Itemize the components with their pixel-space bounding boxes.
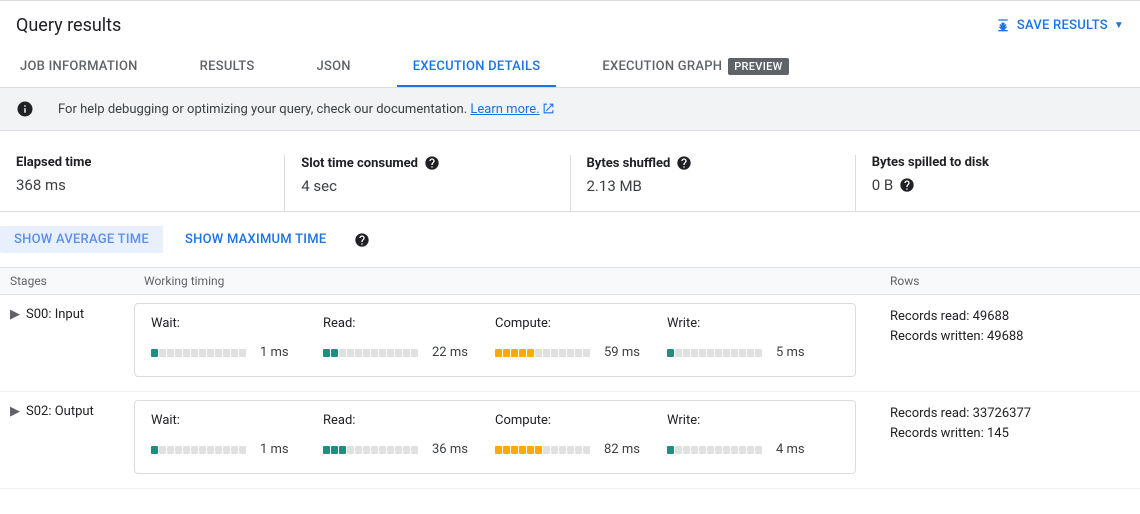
expand-arrow-icon[interactable]: ▶: [10, 404, 20, 419]
timing-compute: Compute:82 ms: [495, 413, 667, 457]
timing-meter: [151, 349, 246, 357]
timing-meter: [667, 349, 762, 357]
stage-row: ▶ S00: Input Wait:1 msRead:22 msCompute:59…: [0, 295, 1140, 392]
tab-results[interactable]: RESULTS: [184, 46, 271, 87]
stage-row: ▶ S02: Output Wait:1 msRead:36 msCompute:8…: [0, 392, 1140, 489]
learn-more-link[interactable]: Learn more.: [470, 102, 554, 117]
page-title: Query results: [16, 15, 121, 36]
records-read: Records read: 49688: [890, 307, 1130, 327]
expand-arrow-icon[interactable]: ▶: [10, 307, 20, 322]
stage-rows-cell: Records read: 33726377Records written: 1…: [880, 400, 1140, 474]
records-written: Records written: 49688: [890, 327, 1130, 347]
tab-execution-details[interactable]: EXECUTION DETAILS: [397, 46, 557, 87]
stage-name: S02: Output: [26, 404, 94, 419]
stage-name: S00: Input: [26, 307, 84, 322]
timing-meter: [495, 446, 590, 454]
show-maximum-time-button[interactable]: SHOW MAXIMUM TIME: [171, 226, 340, 253]
timing-meter: [495, 349, 590, 357]
records-written: Records written: 145: [890, 424, 1130, 444]
external-link-icon: [542, 102, 555, 115]
timing-meter: [323, 349, 418, 357]
stage-name-cell: ▶ S02: Output: [0, 400, 134, 474]
tab-job-information[interactable]: JOB INFORMATION: [4, 46, 154, 87]
stages-container: ▶S00: InputWait:1 msRead:22 msCompute:59…: [0, 295, 1140, 489]
tab-execution-graph[interactable]: EXECUTION GRAPH PREVIEW: [586, 46, 804, 87]
timing-compute: Compute:59 ms: [495, 316, 667, 360]
stats-row: Elapsed time 368 ms Slot time consumed 4…: [0, 155, 1140, 212]
info-bar: For help debugging or optimizing your qu…: [0, 88, 1140, 131]
stage-name-cell: ▶ S00: Input: [0, 303, 134, 377]
timing-box: Wait:1 msRead:36 msCompute:82 msWrite:4 …: [134, 400, 856, 474]
stage-rows-cell: Records read: 49688Records written: 4968…: [880, 303, 1140, 377]
info-icon: [16, 100, 34, 118]
stat-bytes-shuffled: Bytes shuffled 2.13 MB: [571, 155, 856, 211]
records-read: Records read: 33726377: [890, 404, 1130, 424]
stages-table-header: Stages Working timing Rows: [0, 267, 1140, 295]
help-icon[interactable]: [676, 155, 692, 171]
help-icon[interactable]: [899, 177, 915, 193]
tab-json[interactable]: JSON: [300, 46, 366, 87]
timing-wait: Wait:1 ms: [151, 413, 323, 457]
timing-write: Write:5 ms: [667, 316, 839, 360]
timing-read: Read:22 ms: [323, 316, 495, 360]
timing-meter: [667, 446, 762, 454]
info-text: For help debugging or optimizing your qu…: [58, 102, 555, 117]
timing-meter: [151, 446, 246, 454]
tabs-bar: JOB INFORMATION RESULTS JSON EXECUTION D…: [0, 46, 1140, 88]
download-icon: [995, 18, 1011, 34]
show-average-time-button[interactable]: SHOW AVERAGE TIME: [0, 226, 163, 253]
dropdown-caret-icon: ▼: [1114, 20, 1124, 31]
help-icon[interactable]: [354, 232, 370, 248]
save-results-label: SAVE RESULTS: [1017, 18, 1108, 33]
timing-box: Wait:1 msRead:22 msCompute:59 msWrite:5 …: [134, 303, 856, 377]
save-results-button[interactable]: SAVE RESULTS ▼: [995, 18, 1124, 34]
stat-elapsed: Elapsed time 368 ms: [0, 155, 285, 211]
timing-read: Read:36 ms: [323, 413, 495, 457]
preview-badge: PREVIEW: [728, 58, 788, 75]
timing-meter: [323, 446, 418, 454]
stat-slot-time: Slot time consumed 4 sec: [285, 155, 570, 211]
help-icon[interactable]: [424, 155, 440, 171]
timing-wait: Wait:1 ms: [151, 316, 323, 360]
timing-toggle-row: SHOW AVERAGE TIME SHOW MAXIMUM TIME: [0, 212, 1140, 267]
timing-write: Write:4 ms: [667, 413, 839, 457]
results-header: Query results SAVE RESULTS ▼: [0, 0, 1140, 46]
stat-bytes-spilled: Bytes spilled to disk 0 B: [856, 155, 1140, 211]
